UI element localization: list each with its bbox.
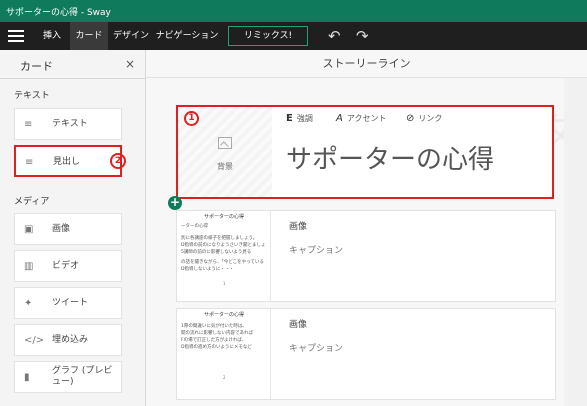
callout-badge-2: 2 [110, 153, 126, 169]
thumbnail-line: D指導の進め方のいようにメモなど [181, 345, 252, 350]
preview-strip [564, 78, 587, 406]
card-type-label: 画像 [289, 320, 308, 330]
thumbnail-line: 別に各講座の様子を把握しましょう。 [181, 236, 258, 241]
heading-text[interactable]: サポーターの心得 [286, 139, 494, 176]
thumbnail-title: サポーターの心得 [203, 214, 244, 220]
menu-icon[interactable] [8, 30, 24, 42]
card-item-heading[interactable]: ≡ 見出し 2 [14, 145, 126, 177]
thumbnail-line: の話を聞きながら、「今どこをやっている [181, 260, 264, 265]
embed-code-icon: </> [24, 335, 45, 346]
tab-navigation[interactable]: ナビゲーション [154, 22, 220, 50]
card-item-text[interactable]: ≡ テキスト [14, 108, 122, 140]
emphasis-label: 強調 [296, 114, 313, 123]
card-item-label: テキスト [52, 119, 88, 129]
card-item-label: 埋め込み [52, 335, 89, 345]
caption-field[interactable]: キャプション [289, 341, 343, 354]
remix-button[interactable]: リミックス! [228, 26, 308, 46]
thumbnail-line: 1際の間違いに気が付いた時は、 [181, 324, 247, 329]
tab-design[interactable]: デザイン [108, 22, 154, 50]
redo-icon[interactable]: ↷ [356, 27, 369, 45]
tab-cards[interactable]: カード [70, 22, 108, 50]
add-card-button[interactable]: + [168, 196, 182, 210]
chart-icon: ▮ [24, 372, 30, 383]
image-card[interactable]: サポーターの心得 1際の間違いに気が付いた時は、 開の流れに影響しない内容であれ… [176, 308, 556, 400]
title-bar: サポーターの心得 - Sway [0, 0, 587, 22]
thumbnail-line: 開の流れに影響しない内容であれば [181, 331, 253, 336]
link-button[interactable]: ⊘ リンク [406, 113, 442, 124]
emphasis-button[interactable]: E 強調 [286, 113, 313, 124]
card-item-embed[interactable]: </> 埋め込み [14, 324, 122, 356]
section-media-heading: メディア [14, 197, 50, 207]
link-icon: ⊘ [406, 113, 415, 124]
tab-insert[interactable]: 挿入 [34, 22, 70, 50]
thumbnail-line: 5講師の前のに影響しないよう見る [181, 250, 252, 255]
thumbnail-page-number: 1 [223, 281, 226, 286]
accent-icon: A [336, 113, 343, 124]
card-item-tweet[interactable]: ✦ ツイート [14, 287, 122, 319]
undo-icon[interactable]: ↶ [328, 27, 341, 45]
slide-thumbnail[interactable]: サポーターの心得 1際の間違いに気が付いた時は、 開の流れに影響しない内容であれ… [177, 309, 271, 399]
background-label: 背景 [217, 162, 233, 171]
slide-thumbnail[interactable]: サポーターの心得 ーターの心得 別に各講座の様子を把握しましょう。 D指導の前の… [177, 211, 271, 301]
card-item-label: グラフ (プレビュー) [52, 366, 113, 387]
cards-panel: カード × テキスト ≡ テキスト ≡ 見出し 2 メディア ▣ 画像 ▥ ビデ… [0, 50, 146, 406]
panel-title: カード [20, 60, 53, 73]
image-icon [218, 137, 232, 149]
card-item-chart-preview[interactable]: ▮ グラフ (プレビュー) [14, 361, 122, 393]
accent-button[interactable]: A アクセント [336, 113, 386, 124]
storyline-header: ストーリーライン [146, 50, 587, 78]
emphasis-icon: E [286, 113, 293, 124]
card-item-label: ビデオ [52, 261, 80, 271]
callout-badge-1: 1 [184, 111, 199, 126]
caption-field[interactable]: キャプション [289, 243, 343, 256]
title-card[interactable]: 背景 1 E 強調 A アクセント ⊘ リンク サポーターの心得 [176, 105, 554, 199]
card-item-video[interactable]: ▥ ビデオ [14, 250, 122, 282]
storyline-area: ストーリーライン サポーターの心得 背景 1 E強調 Aアクセント ⊘リンク サ… [146, 50, 587, 406]
link-label: リンク [418, 114, 443, 123]
thumbnail-line: ーターの心得 [181, 224, 208, 229]
card-item-label: 見出し [53, 157, 81, 167]
video-icon: ▥ [24, 261, 34, 272]
card-item-image[interactable]: ▣ 画像 [14, 213, 122, 245]
window-title: サポーターの心得 - Sway [6, 8, 111, 18]
thumbnail-line: Fの場で訂正した方がよければ、 [181, 338, 247, 343]
card-item-label: 画像 [52, 224, 71, 234]
divider [0, 78, 146, 79]
twitter-icon: ✦ [24, 298, 33, 309]
close-icon[interactable]: × [125, 57, 135, 71]
section-text-heading: テキスト [14, 91, 50, 101]
card-item-label: ツイート [52, 298, 89, 308]
card-type-label: 画像 [289, 222, 308, 232]
ribbon: 挿入 カード デザイン ナビゲーション リミックス! ↶ ↷ [0, 22, 587, 50]
accent-label: アクセント [346, 114, 387, 123]
heading-icon: ≡ [25, 157, 34, 168]
text-icon: ≡ [24, 119, 33, 130]
image-card[interactable]: サポーターの心得 ーターの心得 別に各講座の様子を把握しましょう。 D指導の前の… [176, 210, 556, 302]
thumbnail-line: D指導しないように・・・ [181, 267, 234, 272]
thumbnail-line: D指導の前のになりようさいき聞とましょ [181, 243, 266, 248]
thumbnail-title: サポーターの心得 [203, 312, 244, 318]
image-icon: ▣ [24, 224, 34, 235]
thumbnail-page-number: 2 [223, 375, 226, 380]
